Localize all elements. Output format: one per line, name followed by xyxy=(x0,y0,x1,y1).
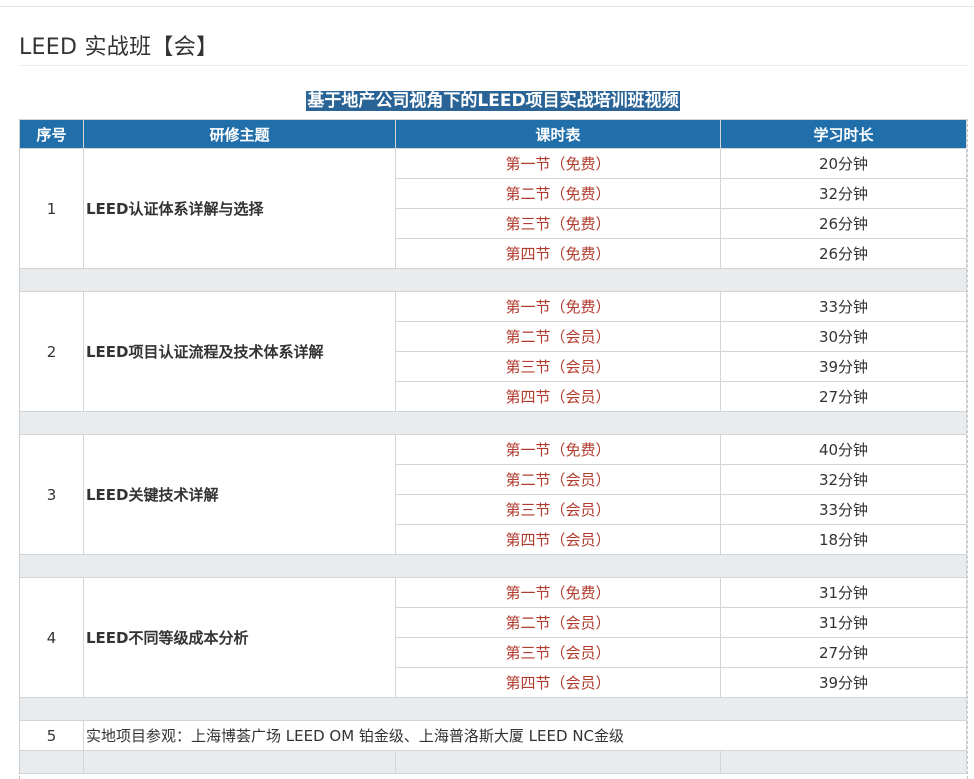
spacer-row xyxy=(19,268,967,292)
table-banner-title: 基于地产公司视角下的LEED项目实战培训班视频 xyxy=(306,91,680,111)
session-link[interactable]: 第二节（会员） xyxy=(395,607,721,638)
table-row-site-visit: 5 实地项目参观：上海博荟广场 LEED OM 铂金级、上海普洛斯大厦 LEED… xyxy=(19,720,967,751)
session-link[interactable]: 第三节（免费） xyxy=(395,208,721,239)
table-header-row: 序号 研修主题 课时表 学习时长 xyxy=(19,119,967,149)
session-link[interactable]: 第一节（免费） xyxy=(395,434,721,465)
module-topic: LEED关键技术详解 xyxy=(83,434,396,555)
spacer-row xyxy=(19,750,967,774)
session-link[interactable]: 第四节（会员） xyxy=(395,667,721,698)
session-duration: 31分钟 xyxy=(720,577,967,608)
spacer-row xyxy=(19,554,967,578)
table-row: 3 LEED关键技术详解 第一节（免费） 40分钟 xyxy=(19,434,967,555)
session-link[interactable]: 第二节（会员） xyxy=(395,464,721,495)
session-link[interactable]: 第二节（免费） xyxy=(395,178,721,209)
session-duration: 32分钟 xyxy=(720,464,967,495)
session-link[interactable]: 第三节（会员） xyxy=(395,637,721,668)
table-row: 4 LEED不同等级成本分析 第一节（免费） 31分钟 xyxy=(19,577,967,698)
page-title: LEED 实战班【会】 xyxy=(19,35,219,60)
session-duration: 40分钟 xyxy=(720,434,967,465)
header-duration: 学习时长 xyxy=(720,119,967,149)
spacer-row xyxy=(19,697,967,721)
spacer-cell xyxy=(19,554,967,578)
top-divider xyxy=(0,6,974,7)
session-duration: 27分钟 xyxy=(720,381,967,412)
session-duration: 20分钟 xyxy=(720,148,967,179)
module-topic: LEED认证体系详解与选择 xyxy=(83,148,396,269)
session-duration: 26分钟 xyxy=(720,238,967,269)
session-duration: 30分钟 xyxy=(720,321,967,352)
title-divider xyxy=(19,65,967,66)
spacer-cell xyxy=(19,268,967,292)
session-link[interactable]: 第四节（会员） xyxy=(395,524,721,555)
session-link[interactable]: 第一节（免费） xyxy=(395,577,721,608)
module-no: 1 xyxy=(19,148,84,269)
session-duration: 39分钟 xyxy=(720,351,967,382)
module-topic: LEED项目认证流程及技术体系详解 xyxy=(83,291,396,412)
module-no: 4 xyxy=(19,577,84,698)
visit-no: 5 xyxy=(19,720,84,751)
session-link[interactable]: 第三节（会员） xyxy=(395,351,721,382)
spacer-cell xyxy=(19,697,967,721)
table-row: 1 LEED认证体系详解与选择 第一节（免费） 20分钟 xyxy=(19,148,967,269)
session-duration: 39分钟 xyxy=(720,667,967,698)
session-link[interactable]: 第三节（会员） xyxy=(395,494,721,525)
banner-wrap: 基于地产公司视角下的LEED项目实战培训班视频 xyxy=(0,91,974,112)
session-duration: 18分钟 xyxy=(720,524,967,555)
course-schedule-table: 序号 研修主题 课时表 学习时长 1 LEED认证体系详解与选择 第一节（免费）… xyxy=(19,119,967,774)
site-visit-text: 实地项目参观：上海博荟广场 LEED OM 铂金级、上海普洛斯大厦 LEED N… xyxy=(83,720,967,751)
session-duration: 32分钟 xyxy=(720,178,967,209)
session-link[interactable]: 第四节（会员） xyxy=(395,381,721,412)
session-link[interactable]: 第四节（免费） xyxy=(395,238,721,269)
spacer-cell xyxy=(19,750,84,774)
session-link[interactable]: 第二节（会员） xyxy=(395,321,721,352)
module-no: 2 xyxy=(19,291,84,412)
header-schedule: 课时表 xyxy=(395,119,721,149)
session-duration: 31分钟 xyxy=(720,607,967,638)
spacer-row xyxy=(19,411,967,435)
session-link[interactable]: 第一节（免费） xyxy=(395,291,721,322)
spacer-cell xyxy=(395,750,721,774)
spacer-cell xyxy=(19,411,967,435)
session-link[interactable]: 第一节（免费） xyxy=(395,148,721,179)
session-duration: 26分钟 xyxy=(720,208,967,239)
module-topic: LEED不同等级成本分析 xyxy=(83,577,396,698)
session-duration: 33分钟 xyxy=(720,291,967,322)
session-duration: 33分钟 xyxy=(720,494,967,525)
spacer-cell xyxy=(720,750,967,774)
module-no: 3 xyxy=(19,434,84,555)
header-no: 序号 xyxy=(19,119,84,149)
spacer-cell xyxy=(83,750,396,774)
header-topic: 研修主题 xyxy=(83,119,396,149)
session-duration: 27分钟 xyxy=(720,637,967,668)
table-row: 2 LEED项目认证流程及技术体系详解 第一节（免费） 33分钟 xyxy=(19,291,967,412)
